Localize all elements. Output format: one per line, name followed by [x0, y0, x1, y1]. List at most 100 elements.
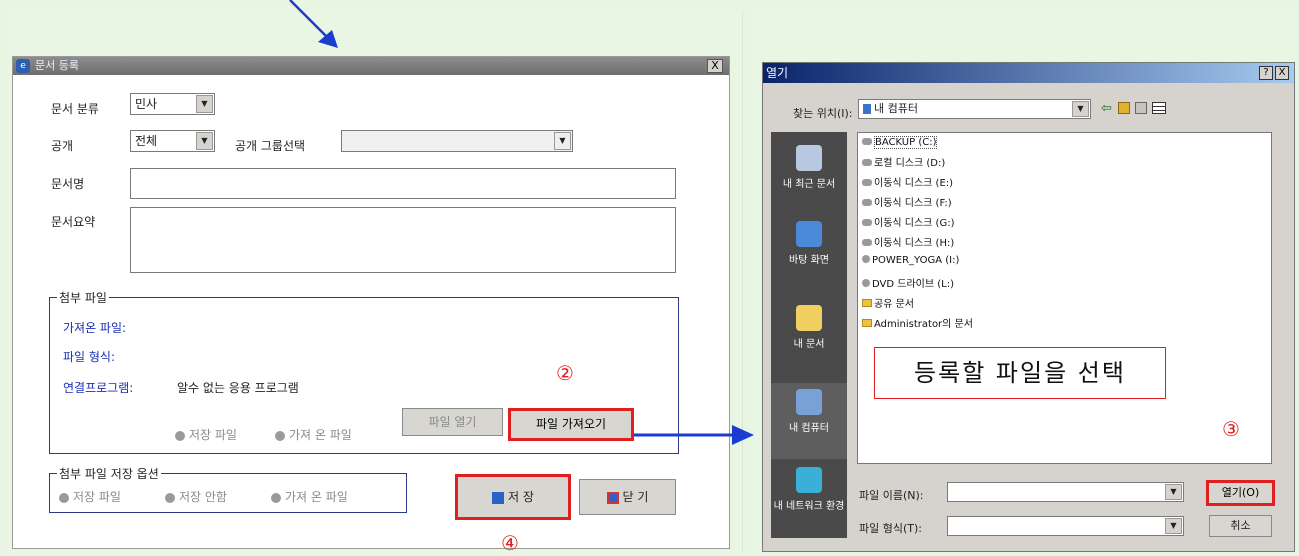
list-item-label: Administrator의 문서 [874, 319, 973, 330]
save-button[interactable]: 저 장 [455, 474, 571, 520]
close-button[interactable]: 닫 기 [579, 479, 676, 515]
radio-saved-label: 저장 파일 [189, 428, 237, 442]
lookin-value: 내 컴퓨터 [874, 102, 918, 115]
place-mydocs[interactable]: 내 문서 [771, 305, 847, 350]
drive-icon [862, 239, 872, 246]
list-item-label: POWER_YOGA (I:) [872, 255, 960, 266]
list-item-label: DVD 드라이브 (L:) [872, 279, 954, 290]
chevron-down-icon[interactable]: ▼ [1072, 101, 1089, 117]
step-mark-3: ③ [1222, 417, 1240, 441]
dvd-icon [862, 279, 870, 287]
chevron-down-icon[interactable]: ▼ [196, 95, 213, 113]
pointer-arrow-top [289, 0, 338, 48]
imported-file-label: 가져온 파일: [63, 321, 127, 335]
close-icon[interactable]: X [1275, 66, 1289, 80]
radio-icon [165, 492, 175, 503]
app-icon: e [16, 59, 30, 73]
up-folder-icon[interactable] [1118, 102, 1130, 114]
file-list[interactable]: BACKUP (C:) 로컬 디스크 (D:) 이동식 디스크 (E:) 이동식… [857, 132, 1272, 464]
step-mark-2: ② [556, 361, 574, 385]
back-icon[interactable]: ⇦ [1101, 101, 1112, 116]
chevron-down-icon[interactable]: ▼ [1165, 518, 1182, 534]
radio-imported[interactable]: 가져 온 파일 [271, 488, 348, 505]
radio-imported-label: 가져 온 파일 [289, 428, 352, 442]
close-icon[interactable]: X [707, 59, 723, 73]
program-label: 연결프로그램: [63, 381, 134, 395]
place-mycomputer[interactable]: 내 컴퓨터 [771, 383, 847, 459]
import-file-button[interactable]: 파일 가져오기 [508, 408, 634, 441]
category-value: 민사 [135, 97, 158, 111]
filename-input[interactable]: ▼ [947, 482, 1184, 502]
folder-icon [862, 299, 872, 307]
file-type-label: 파일 형식: [63, 350, 116, 364]
document-register-dialog: 문서 등록 e X 문서 분류 민사 ▼ 공개 전체 ▼ 공개 그룹선택 ▼ 문… [12, 56, 730, 555]
list-item-label: 이동식 디스크 (F:) [874, 198, 952, 209]
list-item[interactable]: POWER_YOGA (I:) [862, 255, 959, 266]
view-menu-icon[interactable] [1152, 102, 1166, 114]
list-item[interactable]: Administrator의 문서 [862, 315, 973, 330]
radio-nosave-label: 저장 안함 [179, 490, 227, 504]
folder-icon [862, 319, 872, 327]
radio-nosave[interactable]: 저장 안함 [165, 488, 227, 505]
step-mark-4: ④ [501, 531, 519, 555]
floppy-disk-icon [492, 491, 505, 504]
list-item-label: 공유 문서 [874, 299, 914, 310]
list-item-label: 이동식 디스크 (H:) [874, 238, 955, 249]
list-item[interactable]: 이동식 디스크 (G:) [862, 214, 954, 229]
open-file-button[interactable]: 파일 열기 [402, 408, 503, 436]
place-desktop[interactable]: 바탕 화면 [771, 221, 847, 266]
chevron-down-icon[interactable]: ▼ [554, 132, 571, 150]
exit-icon [606, 491, 619, 504]
list-item[interactable]: BACKUP (C:) [862, 136, 938, 149]
filename-label: 파일 이름(N): [859, 489, 924, 502]
place-recent[interactable]: 내 최근 문서 [771, 145, 847, 190]
list-item[interactable]: 공유 문서 [862, 295, 914, 310]
radio-imported-file[interactable]: 가져 온 파일 [275, 426, 352, 443]
radio-icon [275, 430, 285, 441]
docname-input[interactable] [130, 168, 676, 199]
place-network[interactable]: 내 네트워크 환경 [771, 467, 847, 512]
radio-icon [59, 492, 69, 503]
cancel-button[interactable]: 취소 [1209, 515, 1272, 537]
my-documents-icon [796, 305, 822, 331]
drive-icon [862, 179, 872, 186]
list-item-label: BACKUP (C:) [874, 136, 938, 149]
radio-icon [175, 430, 185, 441]
list-item[interactable]: 로컬 디스크 (D:) [862, 154, 945, 169]
place-network-label: 내 네트워크 환경 [773, 501, 845, 512]
chevron-down-icon[interactable]: ▼ [1165, 484, 1182, 500]
radio-save[interactable]: 저장 파일 [59, 488, 121, 505]
drive-icon [862, 159, 872, 166]
cd-icon [862, 255, 870, 263]
summary-textarea[interactable] [130, 207, 676, 273]
filetype-select[interactable]: ▼ [947, 516, 1184, 536]
new-folder-icon[interactable] [1135, 102, 1147, 114]
recent-documents-icon [796, 145, 822, 171]
place-desktop-label: 바탕 화면 [789, 255, 829, 266]
open-file-dialog: 열기 ? X 찾는 위치(I): 내 컴퓨터 ▼ ⇦ 내 최근 문서 바탕 화면… [762, 62, 1295, 552]
radio-saved-file[interactable]: 저장 파일 [175, 426, 237, 443]
summary-label: 문서요약 [51, 215, 96, 229]
open-button[interactable]: 열기(O) [1206, 480, 1275, 506]
chevron-down-icon[interactable]: ▼ [196, 132, 213, 150]
open-dialog-title-bar: 열기 [763, 63, 1294, 83]
lookin-select[interactable]: 내 컴퓨터 ▼ [858, 99, 1091, 119]
list-item-label: 이동식 디스크 (E:) [874, 178, 954, 189]
desktop-icon [796, 221, 822, 247]
list-item[interactable]: DVD 드라이브 (L:) [862, 275, 954, 290]
group-select[interactable]: ▼ [341, 130, 573, 152]
help-icon[interactable]: ? [1259, 66, 1273, 80]
category-select[interactable]: 민사 ▼ [130, 93, 215, 115]
open-dialog-title: 열기 [766, 66, 789, 80]
dialog-title-bar: 문서 등록 [13, 57, 729, 75]
dialog-title: 문서 등록 [35, 59, 79, 72]
list-item[interactable]: 이동식 디스크 (F:) [862, 194, 952, 209]
place-recent-label: 내 최근 문서 [782, 179, 836, 190]
visibility-select[interactable]: 전체 ▼ [130, 130, 215, 152]
close-btn-label: 닫 기 [622, 490, 649, 504]
list-item[interactable]: 이동식 디스크 (H:) [862, 234, 954, 249]
group-label: 공개 그룹선택 [235, 139, 306, 153]
category-label: 문서 분류 [51, 102, 99, 116]
list-item-label: 이동식 디스크 (G:) [874, 218, 955, 229]
list-item[interactable]: 이동식 디스크 (E:) [862, 174, 953, 189]
